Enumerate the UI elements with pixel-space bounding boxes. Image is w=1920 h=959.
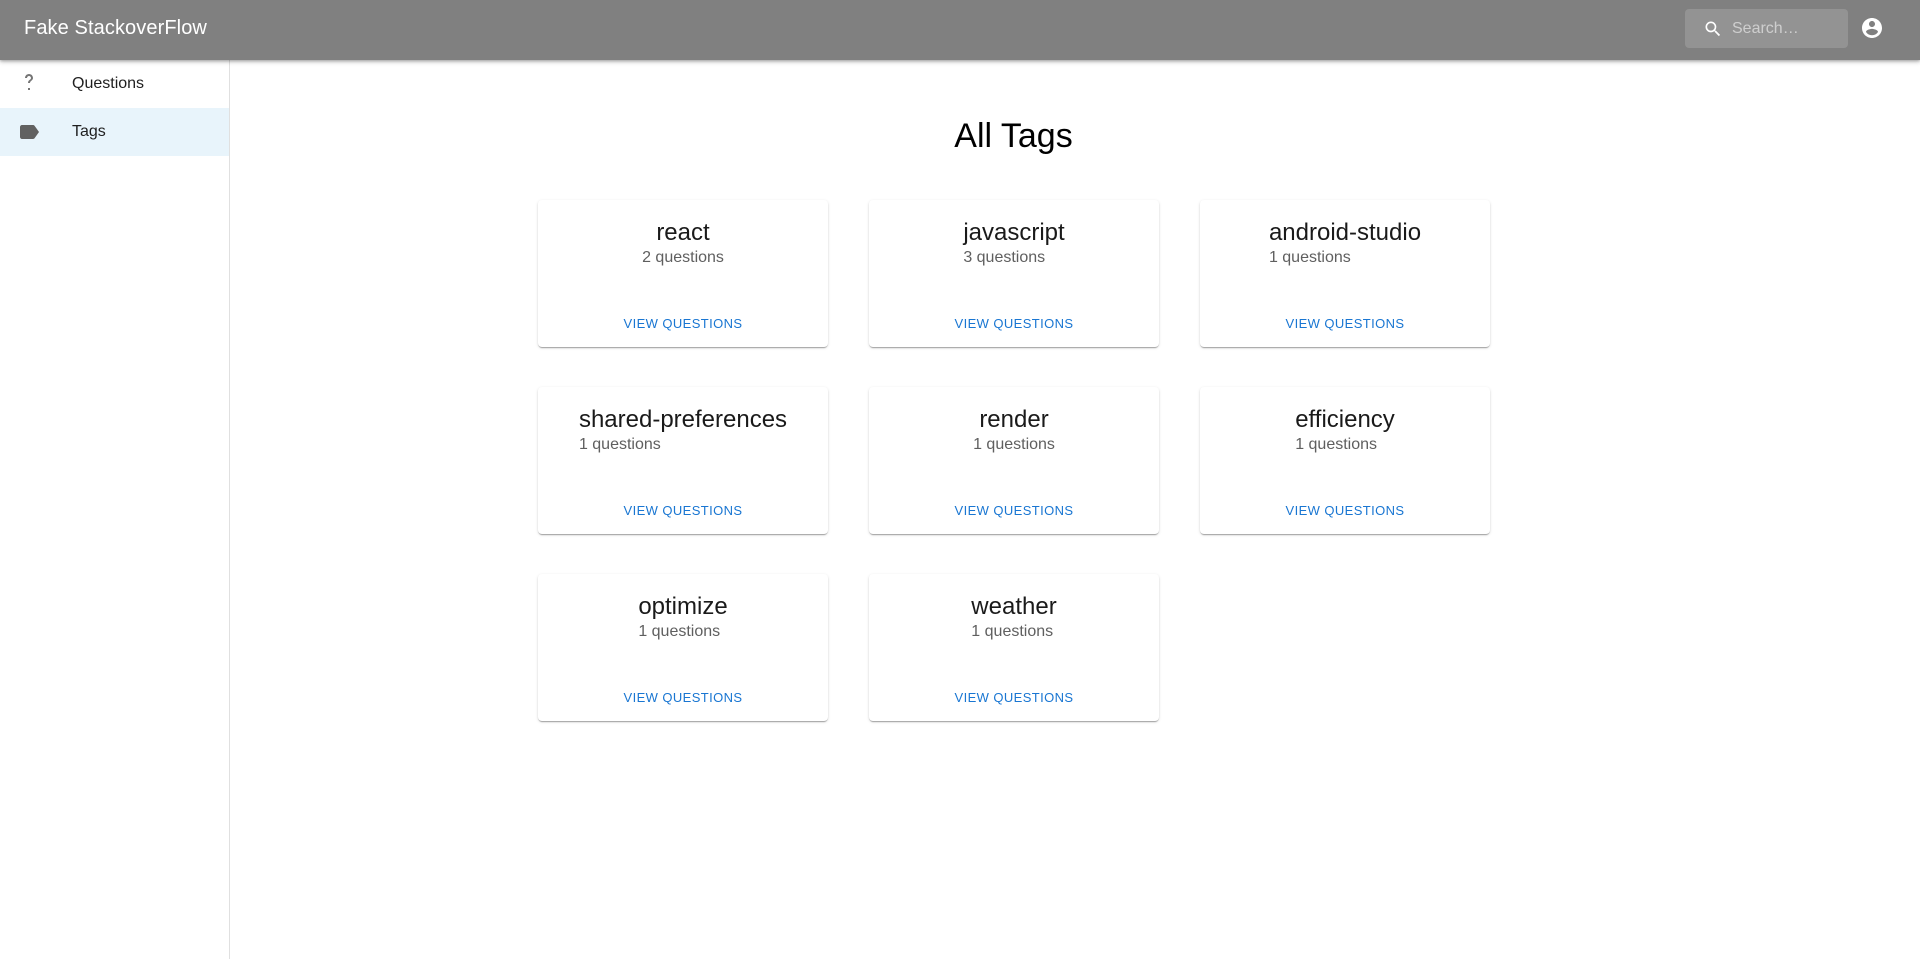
page-title: All Tags	[954, 117, 1073, 155]
main-content: All Tags react 2 questions VIEW QUESTION…	[230, 60, 1920, 959]
view-questions-button[interactable]: VIEW QUESTIONS	[946, 684, 1081, 710]
tag-question-count: 1 questions	[973, 436, 1055, 453]
tag-name: shared-preferences	[578, 406, 788, 433]
view-questions-button[interactable]: VIEW QUESTIONS	[946, 497, 1081, 523]
search-input[interactable]	[1732, 9, 1842, 48]
tag-card: render 1 questions VIEW QUESTIONS	[869, 387, 1159, 534]
tag-card-header: shared-preferences 1 questions	[538, 405, 828, 455]
sidebar-item-questions[interactable]: Questions	[0, 60, 229, 108]
help-icon	[25, 74, 33, 90]
tag-card-header: react 2 questions	[538, 218, 828, 268]
search-box[interactable]	[1685, 9, 1848, 48]
tag-name: react	[656, 219, 710, 246]
sidebar: Questions Tags	[0, 60, 230, 959]
tag-card-header: android-studio 1 questions	[1200, 218, 1490, 268]
tag-card: efficiency 1 questions VIEW QUESTIONS	[1200, 387, 1490, 534]
tag-card: optimize 1 questions VIEW QUESTIONS	[538, 574, 828, 721]
tag-name: javascript	[963, 219, 1065, 246]
tag-name: efficiency	[1295, 406, 1395, 433]
tag-question-count: 1 questions	[1268, 249, 1351, 266]
view-questions-button[interactable]: VIEW QUESTIONS	[615, 497, 750, 523]
account-circle-icon[interactable]	[1860, 16, 1884, 40]
tag-question-count: 1 questions	[1295, 436, 1378, 453]
view-questions-button[interactable]: VIEW QUESTIONS	[1277, 310, 1412, 336]
tag-question-count: 1 questions	[638, 623, 721, 640]
tag-card: weather 1 questions VIEW QUESTIONS	[869, 574, 1159, 721]
tag-name: android-studio	[1268, 219, 1422, 246]
app-title[interactable]: Fake StackoverFlow	[24, 16, 207, 40]
tag-card-header: efficiency 1 questions	[1200, 405, 1490, 455]
tag-name: optimize	[638, 593, 728, 620]
tag-name: render	[979, 406, 1049, 433]
tag-card-header-inner: android-studio 1 questions	[1269, 218, 1421, 268]
tag-card: android-studio 1 questions VIEW QUESTION…	[1200, 200, 1490, 347]
tag-card-header-inner: render 1 questions	[973, 405, 1055, 455]
tag-card-header-inner: javascript 3 questions	[963, 218, 1064, 268]
view-questions-button[interactable]: VIEW QUESTIONS	[946, 310, 1081, 336]
sidebar-item-label: Questions	[72, 75, 145, 92]
tag-card-header: weather 1 questions	[869, 592, 1159, 642]
tag-grid: react 2 questions VIEW QUESTIONS javascr…	[538, 200, 1490, 721]
view-questions-button[interactable]: VIEW QUESTIONS	[615, 684, 750, 710]
tag-question-count: 1 questions	[971, 623, 1054, 640]
tag-card: shared-preferences 1 questions VIEW QUES…	[538, 387, 828, 534]
tag-card: react 2 questions VIEW QUESTIONS	[538, 200, 828, 347]
tag-question-count: 3 questions	[963, 249, 1046, 266]
search-icon	[1705, 21, 1721, 37]
sidebar-item-tags[interactable]: Tags	[0, 108, 229, 156]
tag-card-header: javascript 3 questions	[869, 218, 1159, 268]
tag-question-count: 2 questions	[642, 249, 724, 266]
tag-name: weather	[971, 593, 1057, 620]
tag-card-header-inner: react 2 questions	[642, 218, 724, 268]
label-icon	[20, 125, 39, 139]
tag-card: javascript 3 questions VIEW QUESTIONS	[869, 200, 1159, 347]
tag-card-header-inner: weather 1 questions	[971, 592, 1056, 642]
tag-card-header-inner: optimize 1 questions	[638, 592, 727, 642]
tag-card-header-inner: shared-preferences 1 questions	[579, 405, 787, 455]
tag-card-header: optimize 1 questions	[538, 592, 828, 642]
tag-card-header: render 1 questions	[869, 405, 1159, 455]
app-bar: Fake StackoverFlow	[0, 0, 1920, 60]
view-questions-button[interactable]: VIEW QUESTIONS	[1277, 497, 1412, 523]
tag-question-count: 1 questions	[578, 436, 661, 453]
sidebar-item-label: Tags	[72, 123, 106, 140]
view-questions-button[interactable]: VIEW QUESTIONS	[615, 310, 750, 336]
tag-card-header-inner: efficiency 1 questions	[1295, 405, 1395, 455]
